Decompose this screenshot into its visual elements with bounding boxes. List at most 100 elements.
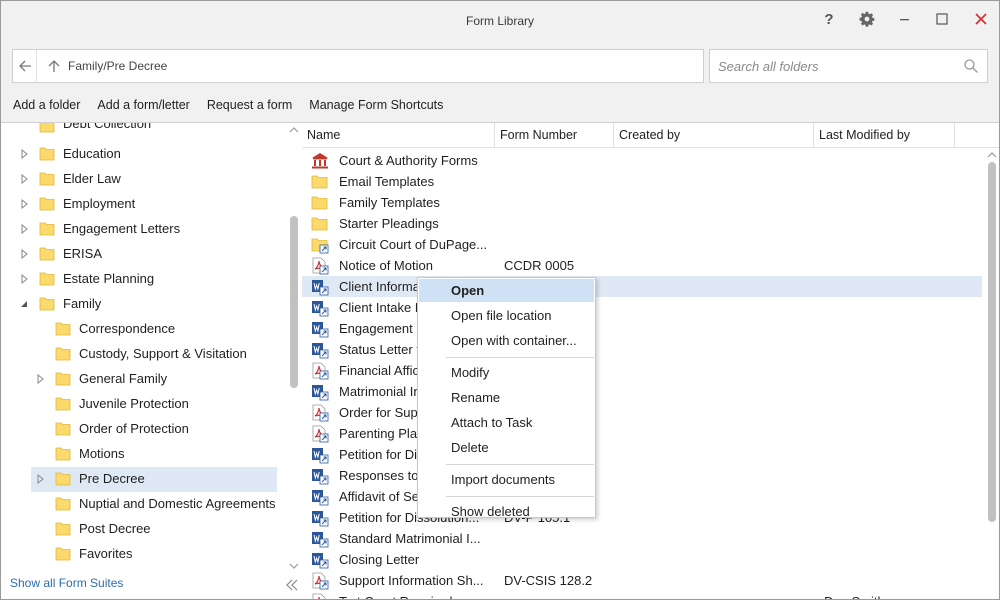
collapsed-arrow-icon[interactable] (35, 474, 45, 484)
tree-item-family[interactable]: Family (1, 292, 287, 317)
menu-item-attach-to-task[interactable]: Attach to Task (419, 411, 594, 434)
table-row[interactable]: Court & Authority Forms (302, 150, 982, 171)
tree-item-favorites[interactable]: Favorites (1, 542, 287, 567)
minimize-button[interactable] (893, 7, 917, 31)
add-folder-button[interactable]: Add a folder (13, 98, 80, 112)
menu-item-rename[interactable]: Rename (419, 386, 594, 409)
table-row[interactable]: Status Letter t (302, 339, 982, 360)
folder-icon (55, 522, 71, 536)
settings-button[interactable] (855, 7, 879, 31)
table-row[interactable]: Standard Matrimonial I... (302, 528, 982, 549)
tree-item-custody-support-visitation[interactable]: Custody, Support & Visitation (1, 342, 287, 367)
collapsed-arrow-icon[interactable] (19, 174, 29, 184)
request-form-button[interactable]: Request a form (207, 98, 292, 112)
list-scroll-thumb[interactable] (988, 162, 996, 522)
menu-item-show-deleted[interactable]: Show deleted (419, 500, 594, 523)
table-row[interactable]: Financial Affic (302, 360, 982, 381)
menu-separator (446, 464, 594, 465)
arrow-left-icon (18, 60, 31, 72)
collapsed-arrow-icon[interactable] (19, 199, 29, 209)
search-input[interactable] (711, 51, 951, 81)
table-row[interactable]: Matrimonial In (302, 381, 982, 402)
folder-icon (39, 297, 55, 311)
collapse-panel-icon[interactable] (284, 577, 300, 593)
table-row[interactable]: Order for Sup (302, 402, 982, 423)
tree-item-post-decree[interactable]: Post Decree (1, 517, 287, 542)
tree-item-erisa[interactable]: ERISA (1, 242, 287, 267)
collapsed-arrow-icon[interactable] (19, 274, 29, 284)
table-row[interactable]: Starter Pleadings (302, 213, 982, 234)
table-row[interactable]: Tort Court Required Dan Smith (302, 591, 982, 599)
menu-item-open[interactable]: Open (419, 279, 594, 302)
tree-item-juvenile-protection[interactable]: Juvenile Protection (1, 392, 287, 417)
table-row[interactable]: Circuit Court of DuPage... (302, 234, 982, 255)
tree-item-motions[interactable]: Motions (1, 442, 287, 467)
table-row[interactable]: Affidavit of Se (302, 486, 982, 507)
folder-icon-wrap (39, 271, 55, 287)
menu-item-delete[interactable]: Delete (419, 436, 594, 459)
table-row[interactable]: Responses to (302, 465, 982, 486)
menu-item-open-file-location[interactable]: Open file location (419, 304, 594, 327)
maximize-button[interactable] (930, 7, 954, 31)
menu-item-open-with-container[interactable]: Open with container... (419, 329, 594, 352)
table-row[interactable]: Client Intake F (302, 297, 982, 318)
menu-item-modify[interactable]: Modify (419, 361, 594, 384)
row-name: Starter Pleadings (339, 216, 439, 231)
folder-icon-wrap (39, 221, 55, 237)
table-row[interactable]: Petition for Dissolution...DV-P 105.1 (302, 507, 982, 528)
scroll-up-icon[interactable] (984, 150, 999, 160)
tree-item-elder-law[interactable]: Elder Law (1, 167, 287, 192)
manage-form-shortcuts-button[interactable]: Manage Form Shortcuts (309, 98, 443, 112)
table-row[interactable]: Support Information Sh... DV-CSIS 128.2 (302, 570, 982, 591)
scroll-up-icon[interactable] (287, 125, 301, 135)
tree-item-general-family[interactable]: General Family (1, 367, 287, 392)
column-header-created-by[interactable]: Created by (614, 123, 814, 148)
column-header-name[interactable]: Name (302, 123, 495, 148)
close-button[interactable] (969, 7, 993, 31)
tree-item-engagement-letters[interactable]: Engagement Letters (1, 217, 287, 242)
tree-item-education[interactable]: Education (1, 142, 287, 167)
tree-item-estate-planning[interactable]: Estate Planning (1, 267, 287, 292)
row-name: Circuit Court of DuPage... (339, 237, 488, 252)
folder-icon-wrap (39, 196, 55, 212)
show-all-form-suites-link[interactable]: Show all Form Suites (10, 576, 123, 590)
collapsed-arrow-icon[interactable] (19, 249, 29, 259)
expanded-arrow-icon[interactable] (19, 299, 29, 309)
table-row[interactable]: Family Templates (302, 192, 982, 213)
tree-item-correspondence[interactable]: Correspondence (1, 317, 287, 342)
collapsed-arrow-icon[interactable] (19, 224, 29, 234)
collapsed-arrow-icon[interactable] (35, 374, 45, 384)
table-row[interactable]: Petition for Di (302, 444, 982, 465)
up-button[interactable] (43, 50, 65, 82)
tree-scrollbar[interactable] (287, 123, 301, 577)
tree-item-label: ERISA (63, 246, 103, 261)
folder-icon (39, 147, 55, 161)
scroll-down-icon[interactable] (287, 561, 301, 571)
table-row[interactable]: Engagement L (302, 318, 982, 339)
back-button[interactable] (13, 50, 37, 82)
tree-scroll-thumb[interactable] (290, 216, 298, 388)
tree-item-pre-decree[interactable]: Pre Decree (1, 467, 287, 492)
collapsed-arrow-icon[interactable] (19, 149, 29, 159)
row-icon (311, 425, 329, 443)
search-icon[interactable] (963, 58, 979, 74)
column-header-form-number[interactable]: Form Number (495, 123, 614, 148)
help-button[interactable]: ? (817, 7, 841, 31)
tree-item-partial[interactable]: Debt Collection (1, 123, 300, 142)
table-row[interactable]: Parenting Plan (302, 423, 982, 444)
tree-item-nuptial-and-domestic-agreements[interactable]: Nuptial and Domestic Agreements (1, 492, 287, 517)
table-row[interactable]: Client Informa (302, 276, 982, 297)
table-row[interactable]: Email Templates (302, 171, 982, 192)
add-form-letter-button[interactable]: Add a form/letter (97, 98, 189, 112)
table-row[interactable]: Notice of Motion CCDR 0005 (302, 255, 982, 276)
menu-item-import-documents[interactable]: Import documents (419, 468, 594, 491)
column-header-last-modified-by[interactable]: Last Modified by (814, 123, 955, 148)
table-row[interactable]: Closing Letter (302, 549, 982, 570)
folder-icon (39, 172, 55, 186)
word-icon (312, 343, 329, 359)
folder-icon-wrap (39, 146, 55, 162)
close-icon (975, 13, 987, 25)
tree-item-employment[interactable]: Employment (1, 192, 287, 217)
list-scrollbar[interactable] (984, 148, 999, 599)
tree-item-order-of-protection[interactable]: Order of Protection (1, 417, 287, 442)
